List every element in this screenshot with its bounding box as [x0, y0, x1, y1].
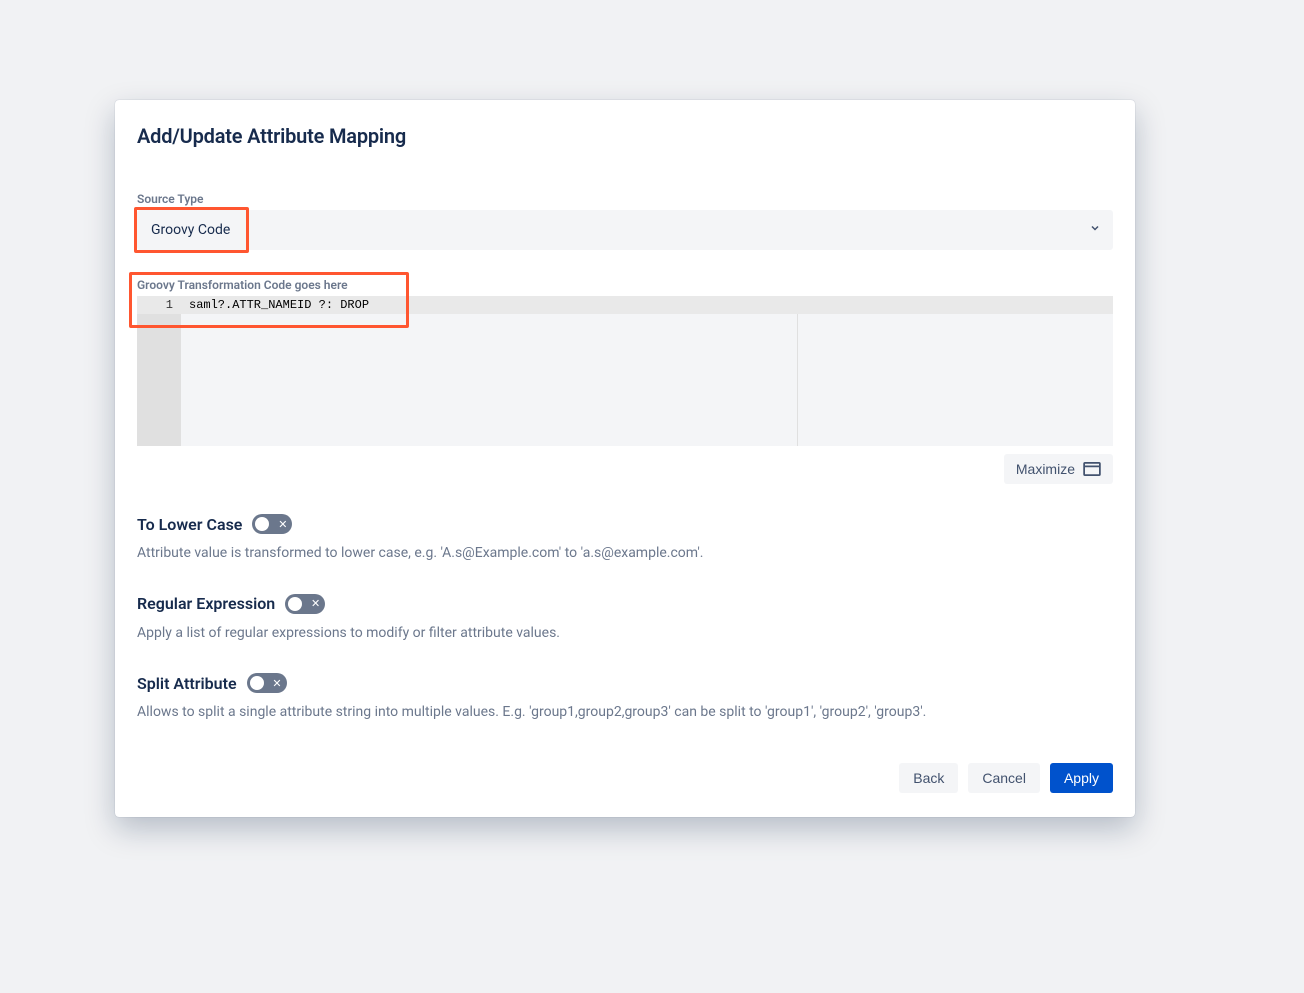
regex-desc: Apply a list of regular expressions to m… — [137, 624, 1113, 644]
code-text: saml?.ATTR_NAMEID ?: DROP — [181, 296, 369, 314]
split-toggle[interactable]: ✕ — [247, 673, 287, 693]
code-editor-label: Groovy Transformation Code goes here — [137, 278, 1113, 292]
back-button[interactable]: Back — [899, 763, 958, 793]
modal-footer: Back Cancel Apply — [115, 763, 1135, 793]
toggle-knob — [288, 597, 302, 611]
code-overflow-ruler — [797, 296, 798, 446]
maximize-row: Maximize — [137, 454, 1113, 484]
source-type-value: Groovy Code — [151, 222, 230, 238]
to-lower-case-label: To Lower Case — [137, 515, 242, 534]
apply-button[interactable]: Apply — [1050, 763, 1113, 793]
split-desc: Allows to split a single attribute strin… — [137, 703, 1113, 723]
maximize-label: Maximize — [1016, 461, 1075, 477]
maximize-button[interactable]: Maximize — [1004, 454, 1113, 484]
source-type-label: Source Type — [137, 192, 1113, 206]
regex-label: Regular Expression — [137, 594, 275, 613]
code-gutter — [137, 296, 181, 446]
maximize-icon — [1083, 462, 1101, 476]
line-number: 1 — [137, 296, 181, 314]
source-type-select[interactable]: Groovy Code — [137, 210, 1113, 250]
modal-content: Source Type Groovy Code Groovy Transform… — [115, 192, 1135, 723]
code-line-1: 1 saml?.ATTR_NAMEID ?: DROP — [137, 296, 1113, 314]
close-icon: ✕ — [311, 598, 320, 609]
regex-toggle[interactable]: ✕ — [285, 594, 325, 614]
to-lower-case-desc: Attribute value is transformed to lower … — [137, 544, 1113, 564]
close-icon: ✕ — [278, 519, 287, 530]
toggle-knob — [250, 676, 264, 690]
split-label: Split Attribute — [137, 674, 237, 693]
close-icon: ✕ — [272, 678, 281, 689]
code-section: Groovy Transformation Code goes here 1 s… — [137, 278, 1113, 446]
source-type-select-wrapper: Groovy Code — [137, 210, 1113, 250]
toggle-knob — [255, 517, 269, 531]
attribute-mapping-modal: Add/Update Attribute Mapping Source Type… — [115, 100, 1135, 817]
code-editor[interactable]: 1 saml?.ATTR_NAMEID ?: DROP — [137, 296, 1113, 446]
regex-section: Regular Expression ✕ Apply a list of reg… — [137, 594, 1113, 644]
to-lower-case-section: To Lower Case ✕ Attribute value is trans… — [137, 514, 1113, 564]
chevron-down-icon — [1089, 222, 1101, 238]
split-section: Split Attribute ✕ Allows to split a sing… — [137, 673, 1113, 723]
modal-title: Add/Update Attribute Mapping — [115, 100, 1135, 148]
cancel-button[interactable]: Cancel — [968, 763, 1040, 793]
to-lower-case-toggle[interactable]: ✕ — [252, 514, 292, 534]
